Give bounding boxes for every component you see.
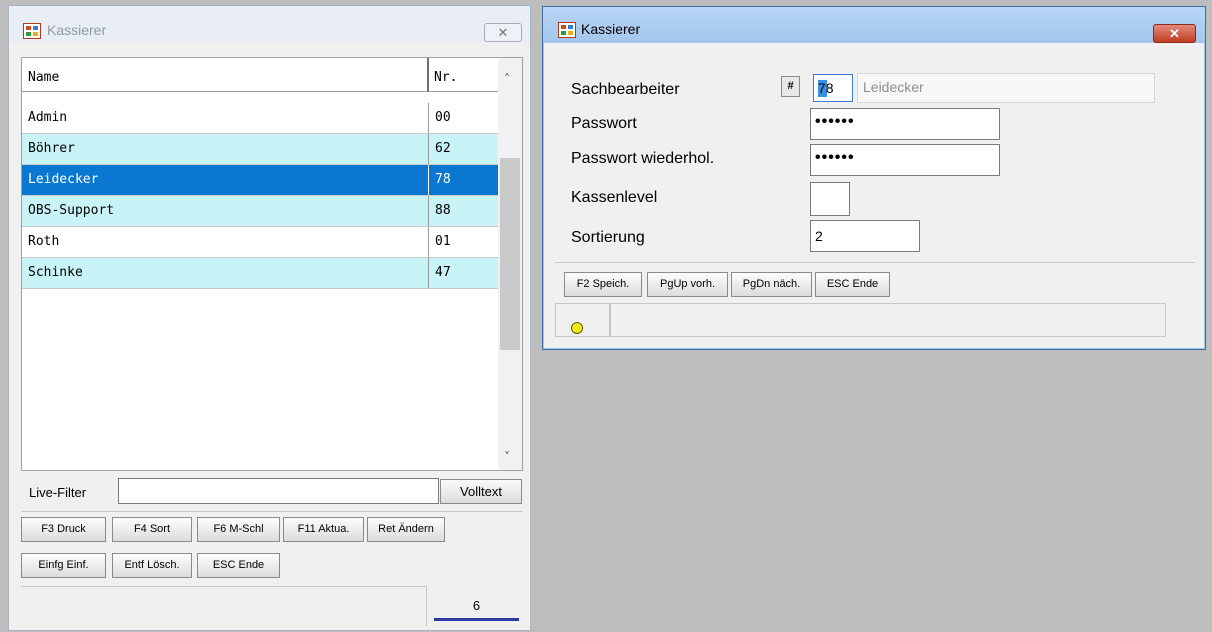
pgup-vorh-button[interactable]: PgUp vorh. (647, 272, 728, 297)
table-row[interactable]: Böhrer 62 (22, 134, 498, 165)
cell-name: Schinke (28, 265, 83, 280)
sachbearbeiter-name-field: Leidecker (857, 73, 1155, 103)
cell-nr: 78 (428, 165, 498, 195)
column-header-nr[interactable]: Nr. (434, 70, 457, 85)
sachbearbeiter-nr-input[interactable]: 78 (813, 74, 853, 102)
einfg-einf-button[interactable]: Einfg Einf. (21, 553, 106, 578)
window-title: Kassierer (47, 22, 107, 38)
cell-nr: 62 (428, 134, 498, 164)
table-row[interactable]: Leidecker 78 (22, 165, 498, 196)
f6-mschl-button[interactable]: F6 M-Schl (197, 517, 280, 542)
list-header: Name Nr. (22, 58, 498, 92)
cell-name: Böhrer (28, 141, 75, 156)
sortierung-input[interactable]: 2 (810, 220, 920, 252)
kassenlevel-input[interactable] (810, 182, 850, 216)
title-bar[interactable]: Kassierer ✕ (9, 6, 530, 42)
kassenlevel-label: Kassenlevel (571, 189, 658, 206)
passwort-input[interactable]: •••••• (810, 108, 1000, 140)
sachbearbeiter-nr-value: 78 (818, 80, 834, 96)
record-count: 6 (434, 593, 519, 621)
pgdn-naech-button[interactable]: PgDn näch. (731, 272, 812, 297)
sachbearbeiter-label: Sachbearbeiter (571, 81, 680, 98)
column-separator[interactable] (427, 58, 429, 92)
list-rows: Admin 00 Böhrer 62 Leidecker 78 OBS-Support 88 R… (22, 103, 498, 289)
title-bar[interactable]: Kassierer ✕ (543, 7, 1205, 43)
esc-ende-button[interactable]: ESC Ende (197, 553, 280, 578)
divider (555, 262, 1195, 263)
column-header-name[interactable]: Name (28, 70, 59, 85)
ret-aendern-button[interactable]: Ret Ändern (367, 517, 445, 542)
f2-speich-button[interactable]: F2 Speich. (564, 272, 642, 297)
scroll-down-icon[interactable]: ˅ (504, 450, 510, 464)
kassierer-list[interactable]: Name Nr. Admin 00 Böhrer 62 Leidecker 78 OBS-S… (21, 57, 523, 471)
close-button[interactable]: ✕ (484, 23, 522, 42)
app-icon (558, 22, 576, 38)
volltext-button[interactable]: Volltext (440, 479, 522, 504)
app-icon (23, 23, 41, 39)
f3-druck-button[interactable]: F3 Druck (21, 517, 106, 542)
sortierung-label: Sortierung (571, 229, 645, 246)
cell-nr: 01 (428, 227, 498, 257)
cell-name: Leidecker (28, 172, 99, 187)
cell-nr: 00 (428, 103, 498, 133)
passwort-label: Passwort (571, 115, 637, 132)
cell-nr: 47 (428, 258, 498, 288)
passwort-wiederholen-label: Passwort wiederhol. (571, 150, 715, 167)
status-lamp-box (555, 303, 610, 337)
passwort-wiederholen-input[interactable]: •••••• (810, 144, 1000, 176)
window-title: Kassierer (581, 21, 641, 37)
table-row[interactable]: OBS-Support 88 (22, 196, 498, 227)
f4-sort-button[interactable]: F4 Sort (112, 517, 192, 542)
live-filter-input[interactable] (118, 478, 439, 504)
kassierer-list-window: Kassierer ✕ Name Nr. Admin 00 Böhrer 62 Leid… (8, 5, 531, 631)
esc-ende-button[interactable]: ESC Ende (815, 272, 890, 297)
scrollbar-thumb[interactable] (500, 158, 520, 350)
status-bar (21, 586, 427, 626)
cell-nr: 88 (428, 196, 498, 226)
kassierer-edit-window: Kassierer ✕ Sachbearbeiter # 78 Leidecke… (542, 6, 1206, 350)
table-row[interactable]: Schinke 47 (22, 258, 498, 289)
cell-name: Admin (28, 110, 68, 125)
cell-name: OBS-Support (28, 203, 115, 218)
entf-loesch-button[interactable]: Entf Lösch. (112, 553, 192, 578)
table-row[interactable]: Roth 01 (22, 227, 498, 258)
hash-lookup-button[interactable]: # (781, 76, 800, 97)
close-button[interactable]: ✕ (1153, 24, 1196, 43)
cell-name: Roth (28, 234, 60, 249)
scroll-up-icon[interactable]: ˄ (504, 72, 510, 86)
vertical-scrollbar[interactable]: ˄ ˅ (498, 58, 522, 470)
status-bar (610, 303, 1166, 337)
live-filter-label: Live-Filter (29, 485, 87, 500)
divider (21, 511, 523, 512)
f11-aktua-button[interactable]: F11 Aktua. (283, 517, 364, 542)
status-lamp-icon (571, 322, 583, 334)
table-row[interactable]: Admin 00 (22, 103, 498, 134)
